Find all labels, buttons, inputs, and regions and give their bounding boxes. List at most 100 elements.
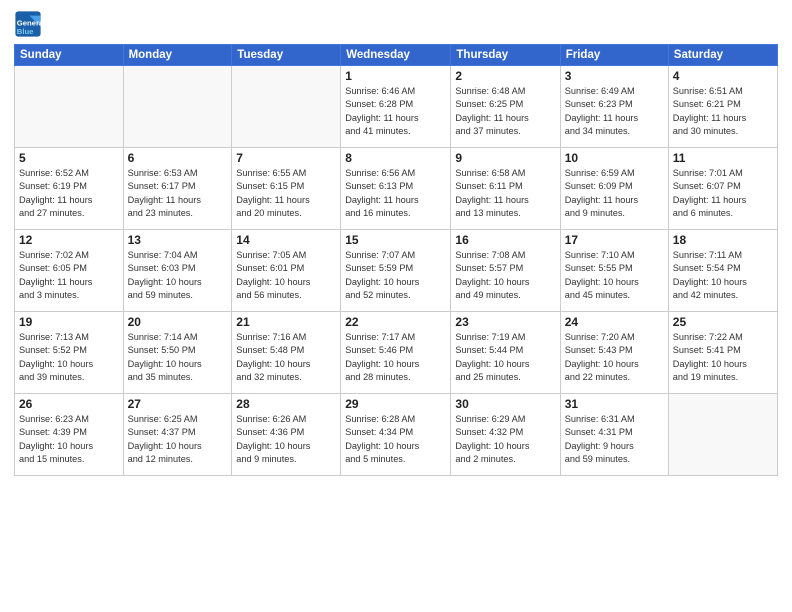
calendar-cell: 13 Sunrise: 7:04 AMSunset: 6:03 PMDayligh… [123, 230, 232, 312]
day-number: 8 [345, 151, 446, 165]
calendar-cell: 3 Sunrise: 6:49 AMSunset: 6:23 PMDaylight… [560, 66, 668, 148]
page-container: General Blue SundayMondayTuesdayWednesda… [0, 0, 792, 612]
calendar-cell [232, 66, 341, 148]
calendar-cell [123, 66, 232, 148]
day-info: Sunrise: 6:46 AMSunset: 6:28 PMDaylight:… [345, 85, 446, 138]
weekday-header-monday: Monday [123, 45, 232, 66]
day-number: 12 [19, 233, 119, 247]
day-number: 29 [345, 397, 446, 411]
day-number: 4 [673, 69, 773, 83]
weekday-header-wednesday: Wednesday [341, 45, 451, 66]
calendar-cell: 23 Sunrise: 7:19 AMSunset: 5:44 PMDayligh… [451, 312, 560, 394]
day-number: 30 [455, 397, 555, 411]
weekday-header-saturday: Saturday [668, 45, 777, 66]
weekday-header-sunday: Sunday [15, 45, 124, 66]
day-number: 13 [128, 233, 228, 247]
calendar-week-3: 12 Sunrise: 7:02 AMSunset: 6:05 PMDayligh… [15, 230, 778, 312]
calendar-cell: 27 Sunrise: 6:25 AMSunset: 4:37 PMDayligh… [123, 394, 232, 476]
day-info: Sunrise: 7:17 AMSunset: 5:46 PMDaylight:… [345, 331, 446, 384]
day-number: 19 [19, 315, 119, 329]
day-info: Sunrise: 6:23 AMSunset: 4:39 PMDaylight:… [19, 413, 119, 466]
calendar-cell: 24 Sunrise: 7:20 AMSunset: 5:43 PMDayligh… [560, 312, 668, 394]
day-number: 21 [236, 315, 336, 329]
day-info: Sunrise: 7:16 AMSunset: 5:48 PMDaylight:… [236, 331, 336, 384]
calendar-week-1: 1Sunrise: 6:46 AMSunset: 6:28 PMDaylight… [15, 66, 778, 148]
day-number: 28 [236, 397, 336, 411]
calendar-cell: 20 Sunrise: 7:14 AMSunset: 5:50 PMDayligh… [123, 312, 232, 394]
day-info: Sunrise: 6:51 AMSunset: 6:21 PMDaylight:… [673, 85, 773, 138]
logo-icon: General Blue [14, 10, 42, 38]
weekday-header-friday: Friday [560, 45, 668, 66]
day-number: 16 [455, 233, 555, 247]
day-info: Sunrise: 7:11 AMSunset: 5:54 PMDaylight:… [673, 249, 773, 302]
day-info: Sunrise: 7:01 AMSunset: 6:07 PMDaylight:… [673, 167, 773, 220]
day-info: Sunrise: 7:10 AMSunset: 5:55 PMDaylight:… [565, 249, 664, 302]
weekday-header-row: SundayMondayTuesdayWednesdayThursdayFrid… [15, 45, 778, 66]
day-info: Sunrise: 7:08 AMSunset: 5:57 PMDaylight:… [455, 249, 555, 302]
day-info: Sunrise: 6:53 AMSunset: 6:17 PMDaylight:… [128, 167, 228, 220]
day-number: 31 [565, 397, 664, 411]
day-number: 20 [128, 315, 228, 329]
day-number: 9 [455, 151, 555, 165]
calendar-cell: 29 Sunrise: 6:28 AMSunset: 4:34 PMDayligh… [341, 394, 451, 476]
day-info: Sunrise: 6:28 AMSunset: 4:34 PMDaylight:… [345, 413, 446, 466]
calendar-body: 1Sunrise: 6:46 AMSunset: 6:28 PMDaylight… [15, 66, 778, 476]
day-number: 7 [236, 151, 336, 165]
day-info: Sunrise: 7:22 AMSunset: 5:41 PMDaylight:… [673, 331, 773, 384]
day-number: 5 [19, 151, 119, 165]
day-number: 22 [345, 315, 446, 329]
calendar-cell: 5 Sunrise: 6:52 AMSunset: 6:19 PMDaylight… [15, 148, 124, 230]
calendar-cell: 4 Sunrise: 6:51 AMSunset: 6:21 PMDaylight… [668, 66, 777, 148]
day-number: 15 [345, 233, 446, 247]
calendar-cell [15, 66, 124, 148]
day-info: Sunrise: 6:48 AMSunset: 6:25 PMDaylight:… [455, 85, 555, 138]
day-info: Sunrise: 6:56 AMSunset: 6:13 PMDaylight:… [345, 167, 446, 220]
calendar-week-4: 19Sunrise: 7:13 AMSunset: 5:52 PMDayligh… [15, 312, 778, 394]
calendar-cell: 1Sunrise: 6:46 AMSunset: 6:28 PMDaylight… [341, 66, 451, 148]
calendar-cell: 2Sunrise: 6:48 AMSunset: 6:25 PMDaylight… [451, 66, 560, 148]
day-number: 10 [565, 151, 664, 165]
day-info: Sunrise: 6:49 AMSunset: 6:23 PMDaylight:… [565, 85, 664, 138]
day-info: Sunrise: 6:52 AMSunset: 6:19 PMDaylight:… [19, 167, 119, 220]
calendar-cell: 31 Sunrise: 6:31 AMSunset: 4:31 PMDayligh… [560, 394, 668, 476]
logo: General Blue [14, 10, 46, 38]
day-number: 24 [565, 315, 664, 329]
calendar-cell: 7 Sunrise: 6:55 AMSunset: 6:15 PMDaylight… [232, 148, 341, 230]
day-info: Sunrise: 7:04 AMSunset: 6:03 PMDaylight:… [128, 249, 228, 302]
day-info: Sunrise: 6:26 AMSunset: 4:36 PMDaylight:… [236, 413, 336, 466]
day-info: Sunrise: 7:14 AMSunset: 5:50 PMDaylight:… [128, 331, 228, 384]
calendar-cell: 15 Sunrise: 7:07 AMSunset: 5:59 PMDayligh… [341, 230, 451, 312]
day-info: Sunrise: 6:58 AMSunset: 6:11 PMDaylight:… [455, 167, 555, 220]
day-number: 14 [236, 233, 336, 247]
calendar-cell: 28 Sunrise: 6:26 AMSunset: 4:36 PMDayligh… [232, 394, 341, 476]
day-info: Sunrise: 7:19 AMSunset: 5:44 PMDaylight:… [455, 331, 555, 384]
calendar-cell: 17 Sunrise: 7:10 AMSunset: 5:55 PMDayligh… [560, 230, 668, 312]
weekday-header-thursday: Thursday [451, 45, 560, 66]
calendar-cell: 8 Sunrise: 6:56 AMSunset: 6:13 PMDaylight… [341, 148, 451, 230]
calendar-table: SundayMondayTuesdayWednesdayThursdayFrid… [14, 44, 778, 476]
day-info: Sunrise: 6:31 AMSunset: 4:31 PMDaylight:… [565, 413, 664, 466]
day-number: 27 [128, 397, 228, 411]
calendar-cell: 26Sunrise: 6:23 AMSunset: 4:39 PMDayligh… [15, 394, 124, 476]
day-number: 18 [673, 233, 773, 247]
day-info: Sunrise: 7:20 AMSunset: 5:43 PMDaylight:… [565, 331, 664, 384]
calendar-cell: 11Sunrise: 7:01 AMSunset: 6:07 PMDayligh… [668, 148, 777, 230]
day-number: 23 [455, 315, 555, 329]
calendar-cell: 9 Sunrise: 6:58 AMSunset: 6:11 PMDaylight… [451, 148, 560, 230]
calendar-cell: 10Sunrise: 6:59 AMSunset: 6:09 PMDayligh… [560, 148, 668, 230]
day-info: Sunrise: 6:25 AMSunset: 4:37 PMDaylight:… [128, 413, 228, 466]
day-info: Sunrise: 7:07 AMSunset: 5:59 PMDaylight:… [345, 249, 446, 302]
calendar-cell [668, 394, 777, 476]
day-info: Sunrise: 6:55 AMSunset: 6:15 PMDaylight:… [236, 167, 336, 220]
day-number: 3 [565, 69, 664, 83]
day-info: Sunrise: 7:02 AMSunset: 6:05 PMDaylight:… [19, 249, 119, 302]
calendar-cell: 18 Sunrise: 7:11 AMSunset: 5:54 PMDayligh… [668, 230, 777, 312]
calendar-cell: 22 Sunrise: 7:17 AMSunset: 5:46 PMDayligh… [341, 312, 451, 394]
calendar-week-2: 5 Sunrise: 6:52 AMSunset: 6:19 PMDaylight… [15, 148, 778, 230]
header: General Blue [14, 10, 778, 38]
day-number: 6 [128, 151, 228, 165]
calendar-week-5: 26Sunrise: 6:23 AMSunset: 4:39 PMDayligh… [15, 394, 778, 476]
svg-text:Blue: Blue [17, 27, 34, 36]
day-number: 17 [565, 233, 664, 247]
day-info: Sunrise: 7:05 AMSunset: 6:01 PMDaylight:… [236, 249, 336, 302]
